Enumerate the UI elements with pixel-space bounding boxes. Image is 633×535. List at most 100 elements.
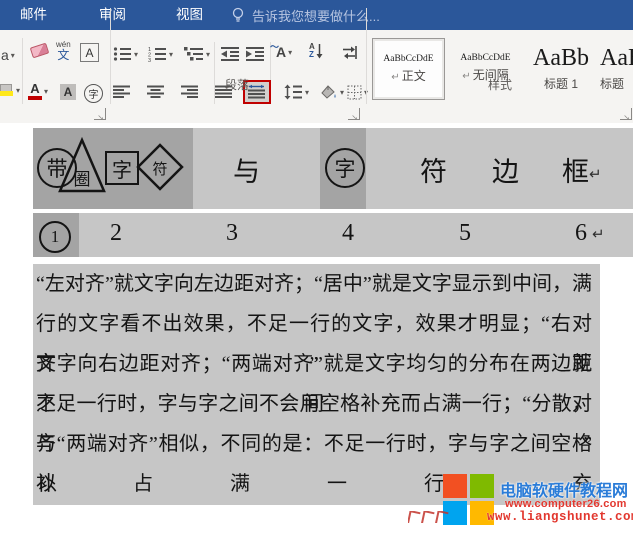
body-line: 行的文字看不出效果，不足一行的文字，效果才明显；“右对齐”就 — [36, 304, 592, 344]
heading-char: 符 — [420, 150, 447, 189]
styles-dialog-launcher[interactable] — [620, 108, 632, 120]
tab-mail[interactable]: 邮件 — [6, 0, 61, 30]
group-separator — [366, 8, 367, 104]
clipped-red-text-decoration — [408, 511, 450, 523]
multilevel-list-button[interactable]: ▾ — [184, 46, 210, 62]
tab-review[interactable]: 审阅 — [85, 0, 140, 30]
body-line: 与“两端对齐”相似，不同的是：不足一行时，字与字之间空格补充 — [36, 424, 592, 464]
selection-highlight — [33, 213, 633, 257]
borders-icon — [347, 85, 362, 100]
phonetic-guide-icon: wén 文 — [56, 41, 71, 61]
font-dialog-launcher[interactable] — [94, 108, 106, 120]
distributed-char: 一 — [327, 464, 347, 504]
chevron-down-icon: ▾ — [44, 87, 48, 96]
number-char: 6 — [575, 220, 587, 247]
character-border-button[interactable]: A — [80, 43, 99, 62]
sort-icon: A Z — [309, 43, 323, 59]
increase-indent-icon — [246, 46, 265, 62]
paint-bucket-icon — [318, 84, 338, 100]
highlighter-icon — [0, 84, 14, 96]
center-icon — [147, 85, 165, 99]
numbering-button[interactable]: 123 ▾ — [148, 46, 173, 62]
chevron-down-icon: ▾ — [11, 51, 15, 60]
logo-square-orange — [443, 474, 467, 498]
paragraph-mark: ↵ — [589, 165, 602, 183]
style-heading1[interactable]: AaBb 标题 1 — [527, 38, 595, 98]
distributed-char: 占 — [133, 464, 153, 504]
paragraph-group-label: 段落 — [207, 76, 267, 93]
enclosed-char-circle-selected: 字 — [325, 148, 365, 188]
heading-char: 与 — [233, 150, 260, 189]
enclosed-char-triangle: 圈 — [58, 137, 106, 195]
chevron-down-icon: ▾ — [16, 86, 20, 95]
style-sample: AaBbCcDdE — [460, 53, 510, 63]
number-char: 5 — [459, 220, 471, 247]
distributed-char: 以 — [37, 464, 57, 504]
clear-formatting-button[interactable] — [31, 45, 48, 56]
decrease-indent-icon — [221, 46, 240, 62]
align-right-icon — [181, 85, 199, 99]
style-sample: AaBb — [533, 45, 589, 72]
paragraph-mark: ↵ — [592, 225, 605, 243]
style-name: 标题 — [600, 75, 624, 92]
enclose-characters-icon: 字 — [84, 84, 103, 103]
text-highlight-color-button[interactable]: ▾ — [0, 84, 20, 96]
paragraph-dialog-launcher[interactable] — [348, 108, 360, 120]
style-heading2[interactable]: AaB 标题 — [600, 38, 633, 98]
show-hide-marks-button[interactable] — [342, 45, 359, 61]
center-button[interactable] — [147, 85, 165, 99]
svg-text:3: 3 — [148, 58, 151, 62]
number-char: 4 — [342, 220, 354, 247]
bullets-button[interactable]: ▾ — [113, 46, 138, 62]
group-separator — [22, 38, 23, 104]
character-border-icon: A — [80, 43, 99, 62]
phonetic-guide-button[interactable]: wén 文 — [56, 41, 71, 61]
svg-text:圈: 圈 — [74, 170, 91, 189]
tab-view[interactable]: 视图 — [162, 0, 217, 30]
asian-layout-button[interactable]: 〜 A ▾ — [276, 44, 292, 60]
heading-char: 边 — [492, 150, 519, 189]
asian-layout-icon: 〜 A — [276, 44, 286, 60]
align-right-button[interactable] — [181, 85, 199, 99]
line-spacing-button[interactable]: ▾ — [284, 84, 309, 100]
change-case-button[interactable]: a ▾ — [1, 47, 15, 63]
tell-me-box[interactable]: 告诉我您想要做什么... — [231, 6, 380, 25]
pilcrow-icon: ↵ — [391, 72, 399, 83]
character-shading-icon: A — [60, 84, 76, 100]
ribbon-tab-bar: 邮件 审阅 视图 告诉我您想要做什么... — [0, 0, 633, 30]
style-name: 标题 1 — [544, 75, 578, 92]
increase-indent-button[interactable] — [246, 46, 265, 62]
group-separator — [110, 8, 111, 104]
font-color-icon: A — [28, 82, 42, 100]
character-shading-button[interactable]: A — [60, 84, 76, 100]
paragraph-mark-icon — [342, 45, 359, 61]
align-left-button[interactable] — [113, 85, 131, 99]
svg-text:符: 符 — [152, 161, 167, 178]
shading-button[interactable]: ▾ — [318, 84, 344, 100]
document-page[interactable]: 带 圈 字 符 与 字 符 边 框 ↵ 1 2 — [0, 123, 633, 535]
enclosed-char-square: 字 — [105, 151, 139, 185]
numbering-icon: 123 — [148, 46, 167, 62]
decrease-indent-button[interactable] — [221, 46, 240, 62]
borders-button[interactable]: ▾ — [347, 85, 368, 100]
word-window: 邮件 审阅 视图 告诉我您想要做什么... a ▾ ▾ w — [0, 0, 633, 535]
site-url-primary: www.computer26.com — [505, 498, 627, 510]
enclosed-char-diamond: 符 — [136, 143, 184, 191]
style-sample: AaBbCcDdE — [383, 54, 433, 64]
multilevel-list-icon — [184, 46, 204, 62]
font-color-button[interactable]: A ▾ — [28, 82, 48, 100]
align-left-icon — [113, 85, 131, 99]
change-case-label: a — [1, 47, 9, 63]
lightbulb-icon — [231, 7, 245, 23]
line-spacing-icon — [284, 84, 303, 100]
body-line: 文字向右边距对齐；“两端对齐”就是文字均匀的分布在两边距之间， — [36, 344, 592, 384]
sort-button[interactable]: A Z — [309, 43, 323, 59]
bullets-icon — [113, 46, 132, 62]
circled-number-1: 1 — [39, 221, 71, 253]
tell-me-placeholder: 告诉我您想要做什么... — [252, 6, 380, 25]
enclose-characters-button[interactable]: 字 — [84, 84, 103, 103]
style-name: ↵正文 — [391, 67, 425, 84]
style-normal[interactable]: AaBbCcDdE ↵正文 — [372, 38, 445, 100]
number-char: 2 — [110, 220, 122, 247]
distributed-char: 满 — [230, 464, 250, 504]
